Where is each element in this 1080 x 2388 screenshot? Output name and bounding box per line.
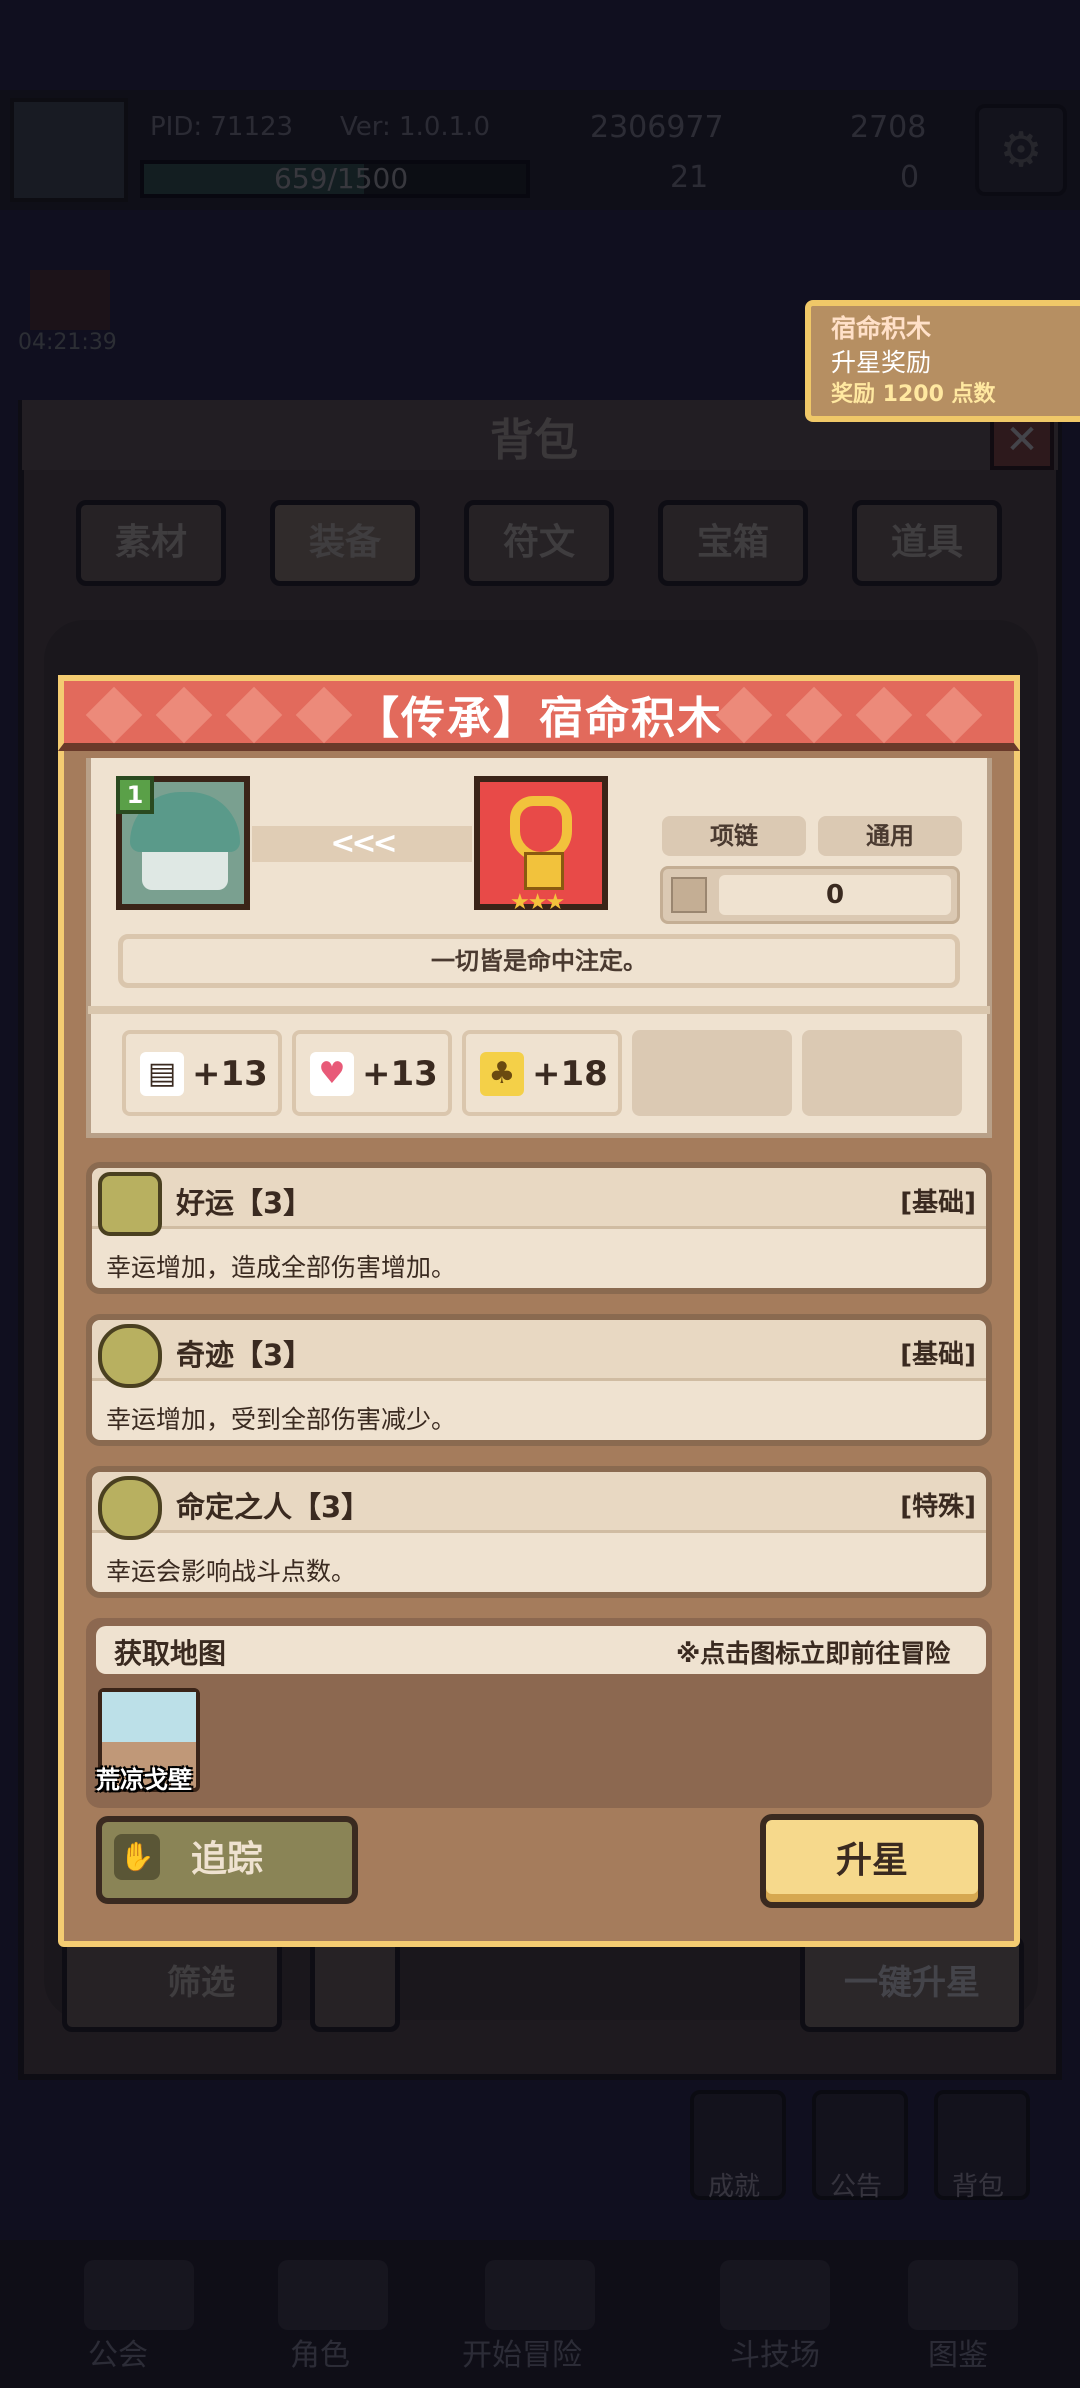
toast-subtitle: 升星奖励 bbox=[831, 348, 932, 377]
track-button[interactable]: ✋ 追踪 bbox=[96, 1816, 358, 1904]
skill-description: 幸运增加，受到全部伤害减少。 bbox=[106, 1405, 457, 1434]
reward-toast: 宿命积木 升星奖励 奖励 1200 点数 bbox=[805, 300, 1080, 422]
tag-necklace: 项链 bbox=[662, 816, 806, 856]
stat-slot-empty bbox=[632, 1030, 792, 1116]
map-title: 获取地图 bbox=[114, 1637, 227, 1670]
track-button-label: 追踪 bbox=[190, 1839, 263, 1880]
book-icon: ▤ bbox=[140, 1052, 184, 1096]
map-location-label[interactable]: 荒凉戈壁 bbox=[96, 1760, 192, 1795]
map-hint: ※点击图标立即前往冒险 bbox=[676, 1639, 951, 1668]
star-rating: ★★★ bbox=[510, 890, 565, 915]
stat-intelligence: ▤ +13 bbox=[122, 1030, 282, 1116]
tag-general: 通用 bbox=[818, 816, 962, 856]
heart-icon: ♥ bbox=[310, 1052, 354, 1096]
stat-slot-empty bbox=[802, 1030, 962, 1116]
transfer-arrows-icon: <<< bbox=[252, 826, 472, 862]
shield-icon bbox=[98, 1172, 162, 1236]
skill-name: 命定之人【3】 bbox=[176, 1490, 371, 1524]
upgrade-star-button[interactable]: 升星 bbox=[760, 1814, 984, 1908]
divider bbox=[88, 1006, 990, 1014]
skill-type: [特殊] bbox=[900, 1492, 976, 1522]
level-badge: 1 bbox=[116, 776, 154, 814]
skill-name: 奇迹【3】 bbox=[176, 1338, 313, 1372]
dice-icon bbox=[671, 877, 707, 913]
count-box: 0 bbox=[660, 866, 960, 924]
skill-type: [基础] bbox=[900, 1340, 976, 1370]
skill-description: 幸运增加，造成全部伤害增加。 bbox=[106, 1253, 457, 1282]
stat-intelligence-value: +13 bbox=[192, 1054, 268, 1094]
modal-title: 【传承】宿命积木 bbox=[355, 693, 723, 744]
skill-card: 命定之人【3】 [特殊] 幸运会影响战斗点数。 bbox=[86, 1466, 992, 1598]
skill-card: 奇迹【3】 [基础] 幸运增加，受到全部伤害减少。 bbox=[86, 1314, 992, 1446]
stat-luck-value: +18 bbox=[532, 1054, 608, 1094]
skill-name: 好运【3】 bbox=[176, 1186, 313, 1220]
clover-icon: ♣ bbox=[480, 1052, 524, 1096]
cross-coin-icon bbox=[98, 1324, 162, 1388]
skill-description: 幸运会影响战斗点数。 bbox=[106, 1557, 357, 1586]
toast-reward: 奖励 1200 点数 bbox=[831, 382, 996, 407]
stat-health: ♥ +13 bbox=[292, 1030, 452, 1116]
destiny-icon bbox=[98, 1476, 162, 1540]
item-description: 一切皆是命中注定。 bbox=[118, 934, 960, 988]
toast-title: 宿命积木 bbox=[831, 314, 932, 343]
stat-health-value: +13 bbox=[362, 1054, 438, 1094]
count-value: 0 bbox=[719, 875, 951, 915]
skill-card: 好运【3】 [基础] 幸运增加，造成全部伤害增加。 bbox=[86, 1162, 992, 1294]
stat-luck: ♣ +18 bbox=[462, 1030, 622, 1116]
skill-type: [基础] bbox=[900, 1188, 976, 1218]
